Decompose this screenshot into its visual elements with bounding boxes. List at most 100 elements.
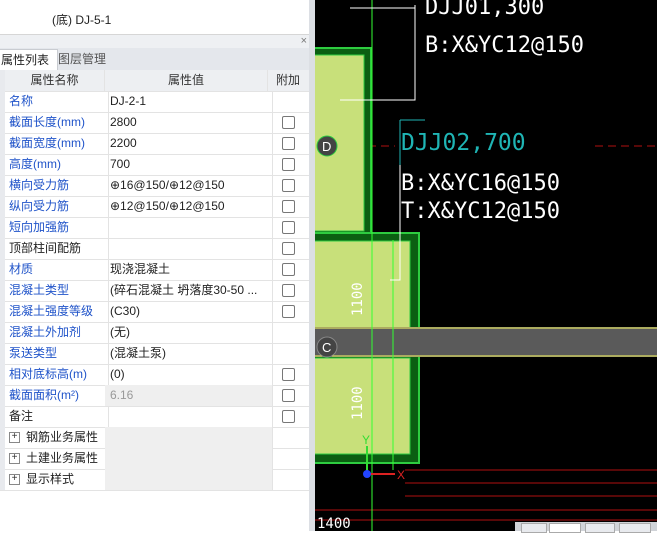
- append-cell: [268, 469, 308, 490]
- attribute-value-cell[interactable]: DJ-2-1: [105, 91, 273, 112]
- attribute-value-cell[interactable]: (0): [105, 364, 273, 385]
- rebar-mid-b: B:X&YC16@150: [401, 171, 560, 196]
- append-cell: [268, 133, 308, 154]
- attribute-name-cell: 短向加强筋: [5, 217, 109, 238]
- append-checkbox[interactable]: [282, 305, 295, 318]
- component-list-item[interactable]: (底) DJ-5-1: [0, 0, 313, 35]
- append-cell: [268, 448, 308, 469]
- group-name-cell: + 显示样式: [5, 469, 109, 490]
- properties-panel: (底) DJ-5-1 × 属性列表 图层管理 属性名称 属性值 附加 名称 DJ-…: [0, 0, 313, 531]
- header-append: 附加: [275, 73, 300, 87]
- grid-header: 属性名称 属性值 附加: [0, 70, 313, 92]
- append-cell: [268, 322, 308, 343]
- status-bar-button[interactable]: [619, 523, 651, 533]
- append-cell: [268, 301, 308, 322]
- group-value-cell: [105, 427, 273, 448]
- expand-plus-icon[interactable]: +: [9, 453, 20, 465]
- panel-title-strip: ×: [0, 35, 313, 48]
- expand-plus-icon[interactable]: +: [9, 432, 20, 444]
- group-name-cell: + 钢筋业务属性: [5, 427, 109, 448]
- ucs-y-label: Y: [362, 433, 370, 447]
- group-name-cell: + 土建业务属性: [5, 448, 109, 469]
- attribute-value-cell[interactable]: ⊕12@150/⊕12@150: [105, 196, 273, 217]
- append-cell: [268, 406, 308, 427]
- attribute-value-cell[interactable]: [105, 238, 273, 259]
- append-checkbox[interactable]: [282, 137, 295, 150]
- label-top: DJJ01,300: [425, 0, 544, 20]
- attribute-name-cell: 截面面积(m²): [5, 385, 109, 406]
- table-row[interactable]: 泵送类型 (混凝土泵): [0, 343, 313, 365]
- append-checkbox[interactable]: [282, 410, 295, 423]
- table-row[interactable]: 短向加强筋: [0, 217, 313, 239]
- close-icon[interactable]: ×: [301, 35, 307, 47]
- table-row[interactable]: 混凝土外加剂 (无): [0, 322, 313, 344]
- table-row[interactable]: 混凝土强度等级 (C30): [0, 301, 313, 323]
- group-label: 钢筋业务属性: [26, 430, 99, 444]
- group-row[interactable]: + 钢筋业务属性: [0, 427, 313, 449]
- attribute-value-cell[interactable]: 700: [105, 154, 273, 175]
- append-cell: [268, 259, 308, 280]
- append-checkbox[interactable]: [282, 368, 295, 381]
- append-checkbox[interactable]: [282, 179, 295, 192]
- table-row[interactable]: 横向受力筋 ⊕16@150/⊕12@150: [0, 175, 313, 197]
- expand-plus-icon[interactable]: +: [9, 474, 20, 486]
- group-label: 土建业务属性: [26, 451, 99, 465]
- axis-label-c: C: [322, 340, 331, 355]
- table-row[interactable]: 顶部柱间配筋: [0, 238, 313, 260]
- table-row[interactable]: 材质 现浇混凝土: [0, 259, 313, 281]
- attribute-name-cell: 混凝土外加剂: [5, 322, 109, 343]
- attribute-value-cell[interactable]: (混凝土泵): [105, 343, 273, 364]
- header-attribute-value: 属性值: [105, 70, 268, 91]
- append-checkbox[interactable]: [282, 284, 295, 297]
- label-mid: DJJ02,700: [401, 130, 526, 156]
- table-row[interactable]: 相对底标高(m) (0): [0, 364, 313, 386]
- status-bar-button[interactable]: [521, 523, 547, 533]
- table-row[interactable]: 截面长度(mm) 2800: [0, 112, 313, 134]
- attribute-value-cell[interactable]: (无): [105, 322, 273, 343]
- dim-label-bottom: 1400: [317, 516, 351, 531]
- group-row[interactable]: + 土建业务属性: [0, 448, 313, 470]
- attribute-name-cell: 相对底标高(m): [5, 364, 109, 385]
- tab-layer-management[interactable]: 图层管理: [50, 49, 114, 70]
- table-row[interactable]: 截面宽度(mm) 2200: [0, 133, 313, 155]
- table-row[interactable]: 高度(mm) 700: [0, 154, 313, 176]
- table-row[interactable]: 名称 DJ-2-1: [0, 91, 313, 113]
- drawing-canvas[interactable]: DJJ01,300 B:X&YC12@150 DJJ02,700 B:X&YC1…: [315, 0, 657, 531]
- axis-label-d: D: [322, 139, 331, 154]
- attribute-value-cell[interactable]: ⊕16@150/⊕12@150: [105, 175, 273, 196]
- component-list-item-label: (底) DJ-5-1: [52, 13, 112, 27]
- table-row[interactable]: 纵向受力筋 ⊕12@150/⊕12@150: [0, 196, 313, 218]
- table-row[interactable]: 截面面积(m²) 6.16: [0, 385, 313, 407]
- append-cell: [268, 238, 308, 259]
- status-bar-button[interactable]: [549, 523, 581, 533]
- append-checkbox[interactable]: [282, 263, 295, 276]
- dim-label-1: 1100: [350, 282, 366, 316]
- append-cell: [268, 280, 308, 301]
- group-row[interactable]: + 显示样式: [0, 469, 313, 491]
- rebar-mid-t: T:X&YC12@150: [401, 199, 560, 224]
- table-row[interactable]: 备注: [0, 406, 313, 428]
- attribute-value-cell[interactable]: [105, 217, 273, 238]
- table-row[interactable]: 混凝土类型 (碎石混凝土 坍落度30-50 ...: [0, 280, 313, 302]
- attribute-value-cell[interactable]: (碎石混凝土 坍落度30-50 ...: [105, 280, 273, 301]
- append-cell: [268, 427, 308, 448]
- status-bar-button[interactable]: [585, 523, 615, 533]
- append-checkbox[interactable]: [282, 389, 295, 402]
- append-cell: [268, 343, 308, 364]
- append-checkbox[interactable]: [282, 242, 295, 255]
- append-cell: [268, 385, 308, 406]
- attribute-name-cell: 横向受力筋: [5, 175, 109, 196]
- attribute-value-cell[interactable]: 2800: [105, 112, 273, 133]
- group-label: 显示样式: [26, 472, 75, 486]
- attribute-value-cell[interactable]: 现浇混凝土: [105, 259, 273, 280]
- panel-tabs: 属性列表 图层管理: [0, 48, 313, 71]
- attribute-value-cell[interactable]: [105, 406, 273, 427]
- append-checkbox[interactable]: [282, 200, 295, 213]
- attribute-name-cell: 纵向受力筋: [5, 196, 109, 217]
- append-checkbox[interactable]: [282, 116, 295, 129]
- append-cell: [268, 217, 308, 238]
- append-checkbox[interactable]: [282, 158, 295, 171]
- attribute-value-cell[interactable]: (C30): [105, 301, 273, 322]
- append-checkbox[interactable]: [282, 221, 295, 234]
- attribute-value-cell[interactable]: 2200: [105, 133, 273, 154]
